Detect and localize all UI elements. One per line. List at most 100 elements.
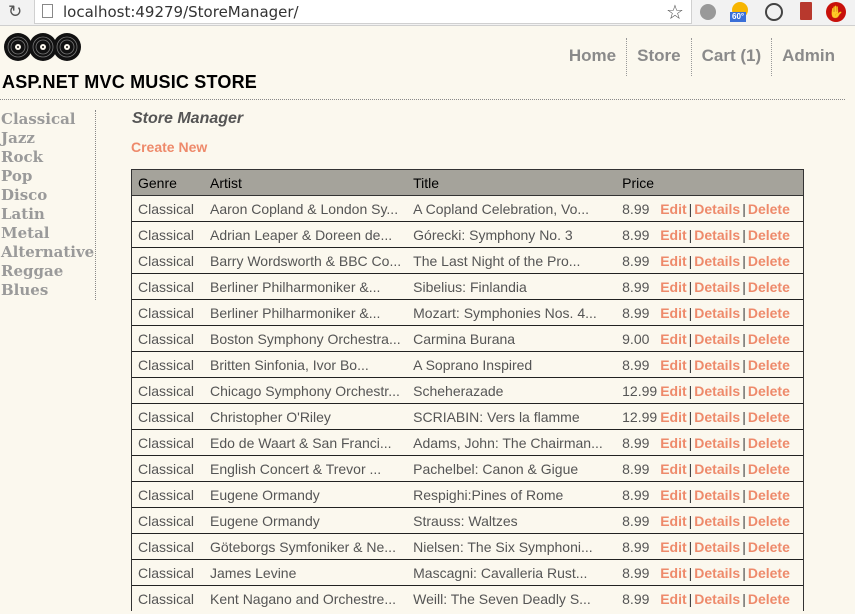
- edit-link[interactable]: Edit: [660, 461, 686, 477]
- edit-link[interactable]: Edit: [660, 279, 686, 295]
- actions-cell: Edit | Details | Delete: [657, 247, 805, 274]
- price-cell: 12.99: [616, 403, 658, 430]
- delete-link[interactable]: Delete: [748, 487, 790, 503]
- edit-link[interactable]: Edit: [660, 357, 686, 373]
- browser-toolbar: ↻ localhost:49279/StoreManager/ ☆ 60° ✋: [0, 0, 855, 26]
- genre-cell: Classical: [131, 533, 204, 560]
- price-cell: 12.99: [616, 377, 658, 404]
- edit-link[interactable]: Edit: [660, 487, 686, 503]
- table-row: Classical Chicago Symphony Orchestr... Sch…: [131, 377, 805, 404]
- edit-link[interactable]: Edit: [660, 409, 686, 425]
- edit-link[interactable]: Edit: [660, 201, 686, 217]
- details-link[interactable]: Details: [694, 591, 740, 607]
- details-link[interactable]: Details: [694, 487, 740, 503]
- edit-link[interactable]: Edit: [660, 253, 686, 269]
- column-header-price: Price: [616, 169, 658, 196]
- artist-cell: James Levine: [204, 559, 408, 586]
- details-link[interactable]: Details: [694, 305, 740, 321]
- edit-link[interactable]: Edit: [660, 591, 686, 607]
- nav-store[interactable]: Store: [626, 38, 690, 76]
- delete-link[interactable]: Delete: [748, 357, 790, 373]
- edit-link[interactable]: Edit: [660, 305, 686, 321]
- genre-cell: Classical: [131, 325, 204, 352]
- edit-link[interactable]: Edit: [660, 227, 686, 243]
- details-link[interactable]: Details: [694, 435, 740, 451]
- table-row: Classical Eugene Ormandy Strauss: Waltzes 8…: [131, 507, 805, 534]
- actions-cell: Edit | Details | Delete: [657, 273, 805, 300]
- genre-cell: Classical: [131, 377, 204, 404]
- details-link[interactable]: Details: [694, 461, 740, 477]
- delete-link[interactable]: Delete: [748, 201, 790, 217]
- reload-icon[interactable]: ↻: [8, 2, 22, 22]
- edit-link[interactable]: Edit: [660, 565, 686, 581]
- details-link[interactable]: Details: [694, 279, 740, 295]
- genre-cell: Classical: [131, 559, 204, 586]
- nav-home[interactable]: Home: [559, 38, 626, 76]
- genre-link-alternative[interactable]: Alternative: [1, 243, 95, 262]
- delete-link[interactable]: Delete: [748, 409, 790, 425]
- nav-cart[interactable]: Cart (1): [690, 38, 772, 76]
- genre-cell: Classical: [131, 481, 204, 508]
- book-extension-icon[interactable]: [797, 2, 817, 22]
- edit-link[interactable]: Edit: [660, 539, 686, 555]
- delete-link[interactable]: Delete: [748, 305, 790, 321]
- details-link[interactable]: Details: [694, 565, 740, 581]
- delete-link[interactable]: Delete: [748, 513, 790, 529]
- action-separator: |: [742, 460, 746, 477]
- genre-link-reggae[interactable]: Reggae: [1, 262, 95, 281]
- details-link[interactable]: Details: [694, 513, 740, 529]
- genre-link-blues[interactable]: Blues: [1, 281, 95, 300]
- genre-link-jazz[interactable]: Jazz: [1, 129, 95, 148]
- action-separator: |: [742, 278, 746, 295]
- genre-link-pop[interactable]: Pop: [1, 167, 95, 186]
- delete-link[interactable]: Delete: [748, 539, 790, 555]
- table-row: Classical Edo de Waart & San Franci... Ada…: [131, 429, 805, 456]
- adblock-extension-icon[interactable]: ✋: [826, 2, 846, 22]
- address-bar[interactable]: localhost:49279/StoreManager/: [34, 0, 692, 24]
- details-link[interactable]: Details: [694, 331, 740, 347]
- details-link[interactable]: Details: [694, 539, 740, 555]
- skype-extension-icon[interactable]: [764, 2, 784, 22]
- edit-link[interactable]: Edit: [660, 331, 686, 347]
- edit-link[interactable]: Edit: [660, 383, 686, 399]
- action-separator: |: [742, 538, 746, 555]
- price-cell: 8.99: [616, 455, 658, 482]
- url-text[interactable]: localhost:49279/StoreManager/: [63, 3, 299, 21]
- genre-link-classical[interactable]: Classical: [1, 110, 95, 129]
- delete-link[interactable]: Delete: [748, 591, 790, 607]
- ghost-extension-icon[interactable]: [698, 2, 718, 22]
- bookmark-star-icon[interactable]: ☆: [666, 0, 684, 24]
- delete-link[interactable]: Delete: [748, 227, 790, 243]
- nav-admin[interactable]: Admin: [771, 38, 845, 76]
- action-separator: |: [742, 564, 746, 581]
- details-link[interactable]: Details: [694, 227, 740, 243]
- delete-link[interactable]: Delete: [748, 383, 790, 399]
- delete-link[interactable]: Delete: [748, 331, 790, 347]
- create-new-link[interactable]: Create New: [131, 139, 207, 155]
- weather-extension-icon[interactable]: 60°: [730, 2, 750, 22]
- table-row: Classical Aaron Copland & London Sy... A C…: [131, 195, 805, 222]
- actions-cell: Edit | Details | Delete: [657, 455, 805, 482]
- genre-link-latin[interactable]: Latin: [1, 205, 95, 224]
- genre-link-metal[interactable]: Metal: [1, 224, 95, 243]
- details-link[interactable]: Details: [694, 253, 740, 269]
- delete-link[interactable]: Delete: [748, 253, 790, 269]
- genre-link-rock[interactable]: Rock: [1, 148, 95, 167]
- price-cell: 8.99: [616, 585, 658, 611]
- delete-link[interactable]: Delete: [748, 565, 790, 581]
- genre-link-disco[interactable]: Disco: [1, 186, 95, 205]
- edit-link[interactable]: Edit: [660, 435, 686, 451]
- delete-link[interactable]: Delete: [748, 461, 790, 477]
- details-link[interactable]: Details: [694, 357, 740, 373]
- details-link[interactable]: Details: [694, 383, 740, 399]
- details-link[interactable]: Details: [694, 409, 740, 425]
- delete-link[interactable]: Delete: [748, 279, 790, 295]
- edit-link[interactable]: Edit: [660, 513, 686, 529]
- details-link[interactable]: Details: [694, 201, 740, 217]
- price-cell: 8.99: [616, 299, 658, 326]
- site-title: ASP.NET MVC MUSIC STORE: [2, 72, 257, 92]
- logo-records-icon[interactable]: [3, 30, 83, 64]
- delete-link[interactable]: Delete: [748, 435, 790, 451]
- artist-cell: Eugene Ormandy: [204, 507, 408, 534]
- artist-cell: Edo de Waart & San Franci...: [204, 429, 408, 456]
